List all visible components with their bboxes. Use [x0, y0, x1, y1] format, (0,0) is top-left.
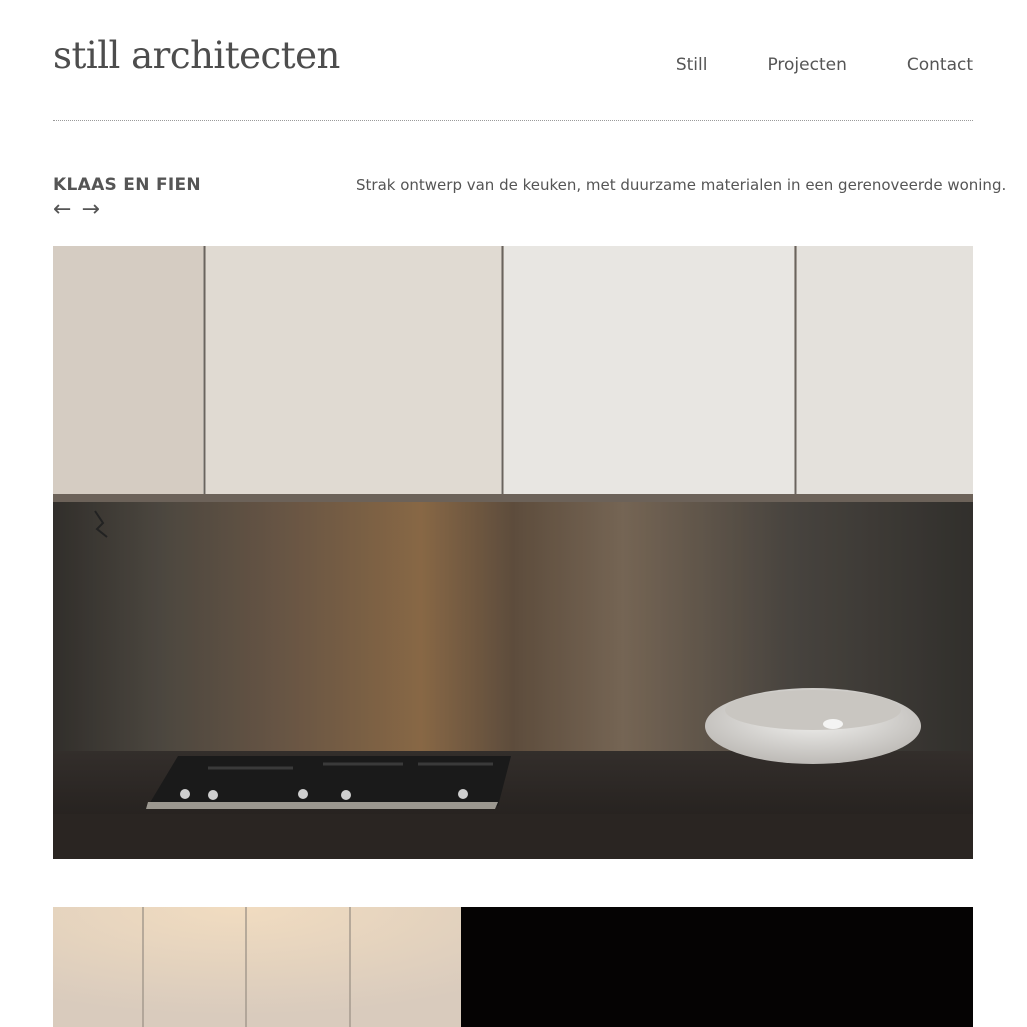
- project-photo-dark: [461, 907, 973, 1027]
- project-photo-cabinets: [53, 907, 461, 1027]
- header-divider: [53, 120, 973, 121]
- project-title: KLAAS EN FIEN: [53, 175, 201, 195]
- nav-still[interactable]: Still: [676, 55, 708, 75]
- project-description: Strak ontwerp van de keuken, met duurzam…: [356, 176, 1007, 194]
- nav-projecten[interactable]: Projecten: [767, 55, 846, 75]
- main-nav: Still Projecten Contact: [676, 55, 973, 75]
- site-logo[interactable]: still architecten: [53, 34, 340, 77]
- project-navigation: ← →: [53, 197, 100, 223]
- prev-arrow-icon[interactable]: ←: [53, 197, 71, 223]
- next-arrow-icon[interactable]: →: [81, 197, 99, 223]
- nav-contact[interactable]: Contact: [907, 55, 973, 75]
- project-photo-kitchen: [53, 246, 973, 859]
